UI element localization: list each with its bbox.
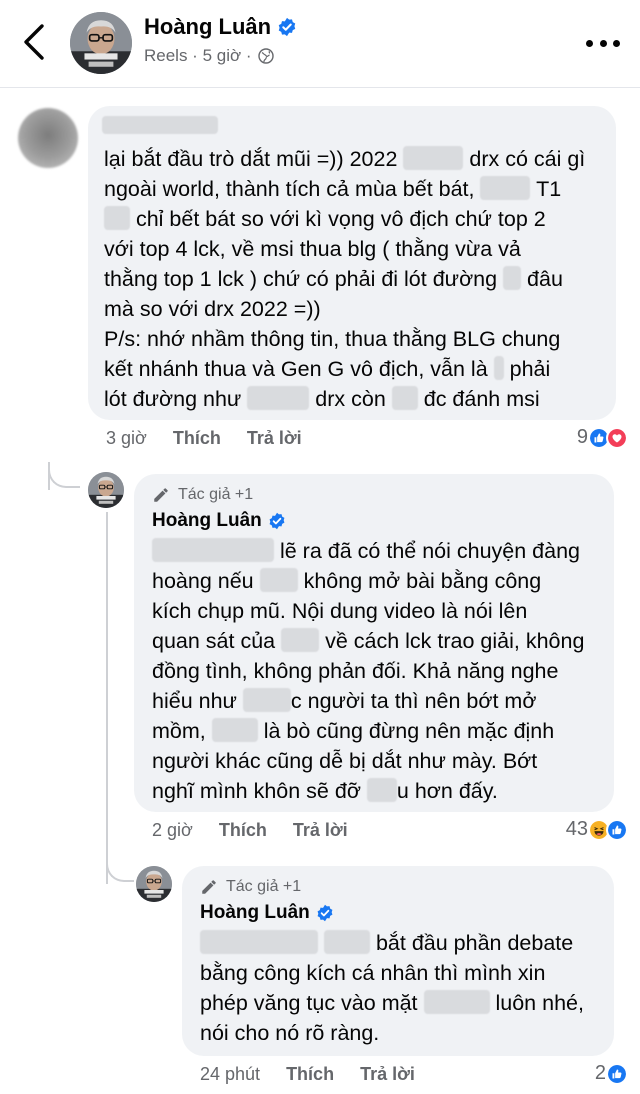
like-button[interactable]: Thích [173,428,221,449]
author-tag: Tác giả +1 [200,878,301,896]
reply-bubble: Tác giả +1 Hoàng Luân bắt đầu phần debat… [182,866,614,1056]
reaction-summary[interactable]: 9 [577,426,628,449]
commenter-avatar[interactable] [18,108,78,168]
author-tag-label: Tác giả +1 [178,486,254,503]
reply-text: lẽ ra đã có thể nói chuyện đàng hoàng nế… [152,538,585,803]
reaction-count: 9 [576,426,588,448]
redacted-commenter-name [102,116,218,134]
like-button[interactable]: Thích [286,1064,334,1085]
love-reaction-icon [606,426,628,449]
reply-author-avatar[interactable] [88,472,124,508]
more-options-icon[interactable] [586,30,620,56]
reply-bubble: Tác giả +1 Hoàng Luân lẽ ra đã có thể nó… [134,474,614,812]
author-tag: Tác giả +1 [152,486,253,504]
reaction-count: 43 [565,818,588,840]
reply-time: 24 phút [200,1064,261,1084]
reply-author-name[interactable]: Hoàng Luân [200,902,310,924]
reply-actions: 24 phút Thích Trả lời [200,1064,441,1085]
like-reaction-icon [606,1062,628,1085]
verified-badge-icon [268,512,286,530]
author-avatar[interactable] [70,12,132,74]
back-arrow-icon[interactable] [18,22,52,62]
pen-icon [152,486,170,504]
reaction-summary[interactable]: 43 [566,818,628,841]
globe-icon [257,48,274,64]
post-meta-text: Reels · 5 giờ · [144,46,252,65]
reaction-count: 2 [594,1062,606,1084]
post-meta: Reels · 5 giờ · [144,46,274,66]
reply-text: bắt đầu phần debate bằng công kích cá nh… [200,930,584,1045]
comment-bubble: lại bắt đầu trò dắt mũi =)) 2022 drx có … [88,106,616,420]
author-tag-label: Tác giả +1 [226,878,302,895]
pen-icon [200,878,218,896]
author-name[interactable]: Hoàng Luân [144,14,271,40]
reply-author-avatar[interactable] [136,866,172,902]
like-button[interactable]: Thích [219,820,267,841]
verified-badge-icon [316,904,334,922]
thread-line-vertical [106,512,132,884]
reply-button[interactable]: Trả lời [293,820,348,841]
reply-actions: 2 giờ Thích Trả lời [152,820,374,841]
reply-author-row: Hoàng Luân [152,510,286,532]
reaction-summary[interactable]: 2 [595,1062,628,1085]
reply-author-name[interactable]: Hoàng Luân [152,510,262,532]
comment-text: lại bắt đầu trò dắt mũi =)) 2022 drx có … [104,146,586,411]
author-name-row: Hoàng Luân [144,14,297,40]
reply-button[interactable]: Trả lời [360,1064,415,1085]
reply-button[interactable]: Trả lời [247,428,302,449]
comment-time: 3 giờ [106,428,147,448]
like-reaction-icon [606,818,628,841]
comment-actions: 3 giờ Thích Trả lời [106,428,328,449]
verified-badge-icon [277,17,297,37]
post-header: Hoàng Luân Reels · 5 giờ · [0,0,640,88]
reply-author-row: Hoàng Luân [200,902,334,924]
reply-time: 2 giờ [152,820,193,840]
